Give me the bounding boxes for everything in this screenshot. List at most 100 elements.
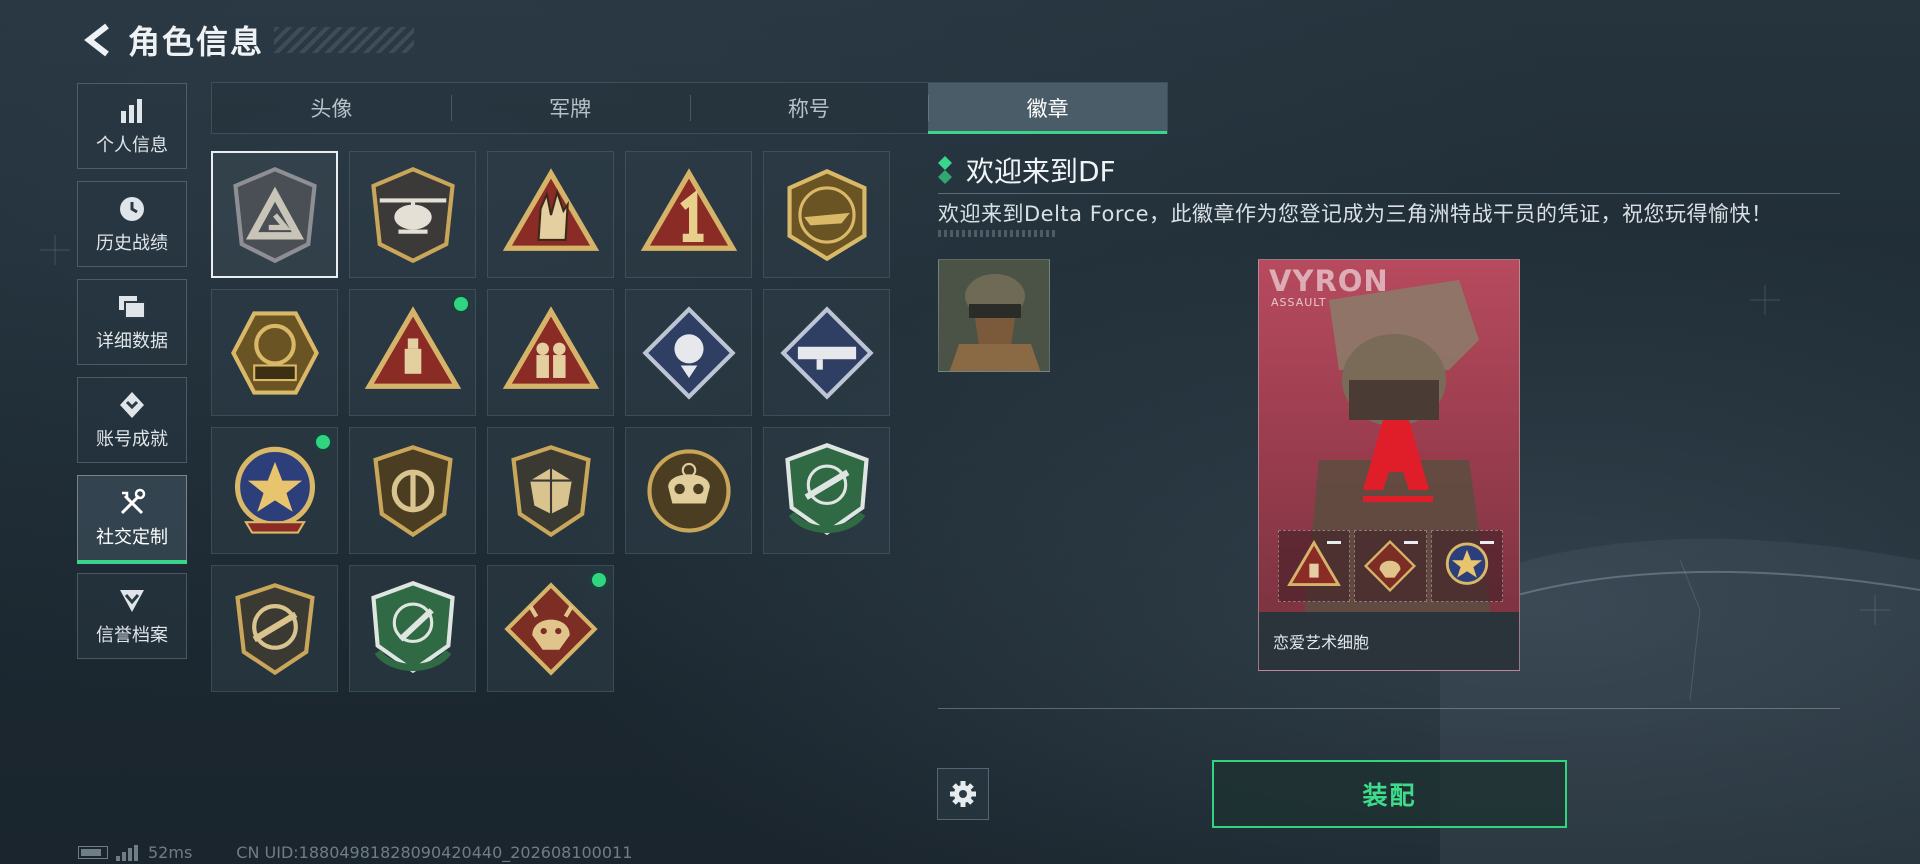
green-knife-shield-badge-icon [370, 580, 455, 673]
sidebar-item-label: 社交定制 [96, 527, 168, 548]
diamond-marker-icon [938, 156, 952, 184]
badge-cell-usb-triangle[interactable] [349, 289, 476, 416]
badge-cell-number-one[interactable] [625, 151, 752, 278]
battery-icon [78, 846, 108, 859]
folder-icon [115, 291, 149, 323]
badge-cell-delta-force-2026[interactable] [211, 289, 338, 416]
badge-cell-star-medal[interactable] [211, 427, 338, 554]
player-avatar [938, 259, 1050, 372]
achievement-icon [115, 389, 149, 421]
delta-force-2026-badge-icon [230, 310, 319, 395]
equipped-slot-2[interactable] [1354, 530, 1427, 602]
badge-description: 欢迎来到Delta Force，此徽章作为您登记成为三角洲特战干员的凭证，祝您玩… [938, 202, 1773, 226]
badge-cell-hand-sign[interactable] [487, 151, 614, 278]
description-decoration [938, 230, 1058, 237]
hand-sign-badge-icon [502, 167, 599, 251]
badge-cell-skull-crosshair[interactable] [625, 427, 752, 554]
delta-force-croc-badge-icon [786, 168, 867, 261]
player-uid: CN UID:18804981828090420440_202608100011 [236, 843, 633, 862]
ping-value: 52ms [148, 843, 193, 862]
dragon-diamond-badge-icon [1364, 539, 1417, 593]
back-button[interactable] [78, 20, 118, 60]
badge-cell-launcher-diamond[interactable] [763, 289, 890, 416]
header: 角色信息 [78, 18, 415, 62]
usb-triangle-badge-icon [1287, 539, 1342, 587]
badge-cell-rose-diamond[interactable] [625, 289, 752, 416]
badge-cell-split-shield[interactable] [349, 427, 476, 554]
shield-chevron-icon [115, 585, 149, 617]
tools-icon [115, 487, 149, 519]
remove-icon[interactable] [1479, 541, 1494, 544]
badge-cell-soldiers-triangle[interactable] [487, 289, 614, 416]
soldiers-triangle-badge-icon [502, 305, 599, 389]
badge-cell-delta-logo[interactable] [211, 151, 338, 278]
detail-header: 欢迎来到DF [938, 150, 1116, 190]
divider [938, 193, 1840, 194]
sidebar-item-reputation[interactable]: 信誉档案 [77, 573, 187, 659]
sidebar-item-social-custom[interactable]: 社交定制 [77, 475, 187, 564]
settings-button[interactable] [937, 768, 989, 820]
badge-cell-rifle-shield[interactable] [211, 565, 338, 692]
remove-icon[interactable] [1403, 541, 1418, 544]
player-name: 恋爱艺术细胞 [1259, 612, 1519, 670]
badge-cell-dice-shield[interactable] [487, 427, 614, 554]
equip-button[interactable]: 装配 [1212, 760, 1567, 828]
equipped-slot-3[interactable] [1430, 530, 1503, 602]
badge-title: 欢迎来到DF [966, 155, 1116, 188]
operator-portrait [1299, 280, 1499, 670]
usb-triangle-badge-icon [364, 305, 461, 389]
soldier-portrait-icon [939, 260, 1049, 371]
delta-logo-badge-icon [232, 166, 317, 263]
tab-badge[interactable]: 徽章 [928, 83, 1167, 134]
page-title: 角色信息 [128, 23, 265, 61]
sidebar-item-label: 历史战绩 [96, 233, 168, 254]
badge-cell-dragon-diamond[interactable] [487, 565, 614, 692]
bar-chart-icon [115, 95, 149, 127]
operator-card: VYRON ASSAULT 恋爱艺术细胞 [1258, 259, 1520, 671]
tab-bar: 头像 军牌 称号 徽章 [211, 82, 1168, 134]
sidebar-item-label: 账号成就 [96, 429, 168, 450]
split-shield-badge-icon [372, 444, 453, 537]
tab-avatar[interactable]: 头像 [212, 83, 451, 133]
skull-crosshair-badge-icon [646, 448, 731, 533]
dice-shield-badge-icon [510, 444, 591, 537]
tab-dogtag[interactable]: 军牌 [450, 83, 690, 133]
sidebar-item-history[interactable]: 历史战绩 [77, 181, 187, 267]
equipped-badges [1278, 530, 1503, 602]
status-bar: 52ms CN UID:18804981828090420440_2026081… [78, 843, 632, 862]
remove-icon[interactable] [1327, 541, 1342, 544]
divider [938, 708, 1840, 709]
new-indicator [451, 294, 471, 314]
sidebar-item-achievements[interactable]: 账号成就 [77, 377, 187, 463]
badge-cell-helicopter[interactable] [349, 151, 476, 278]
equipped-slot-1[interactable] [1278, 530, 1351, 602]
back-arrow-icon [84, 23, 109, 57]
helicopter-badge-icon [370, 166, 455, 263]
badge-grid [211, 151, 891, 692]
operator-name: VYRON [1269, 264, 1389, 298]
title-decoration [274, 27, 415, 53]
new-indicator [589, 570, 609, 590]
badge-cell-green-knife-shield[interactable] [349, 565, 476, 692]
gear-icon [950, 781, 976, 807]
star-medal-badge-icon [234, 446, 315, 534]
badge-cell-green-rifle-shield[interactable] [763, 427, 890, 554]
new-indicator [313, 432, 333, 452]
signal-icon [116, 844, 138, 861]
tab-title[interactable]: 称号 [689, 83, 929, 133]
rifle-shield-badge-icon [234, 582, 315, 675]
sidebar-item-personal-info[interactable]: 个人信息 [77, 83, 187, 169]
launcher-diamond-badge-icon [779, 305, 874, 400]
sidebar-item-label: 详细数据 [96, 331, 168, 352]
dragon-diamond-badge-icon [503, 581, 598, 676]
sidebar-item-label: 个人信息 [96, 135, 168, 156]
star-medal-badge-icon [1445, 542, 1488, 585]
badge-cell-delta-force-croc[interactable] [763, 151, 890, 278]
green-rifle-shield-badge-icon [784, 442, 869, 535]
sidebar-item-label: 信誉档案 [96, 625, 168, 646]
sidebar-item-detailed-data[interactable]: 详细数据 [77, 279, 187, 365]
sidebar: 个人信息 历史战绩 详细数据 账号成就 社交定制 信誉档案 [77, 83, 187, 671]
clock-icon [115, 193, 149, 225]
operator-role: ASSAULT [1271, 296, 1327, 309]
number-one-badge-icon [640, 167, 737, 251]
